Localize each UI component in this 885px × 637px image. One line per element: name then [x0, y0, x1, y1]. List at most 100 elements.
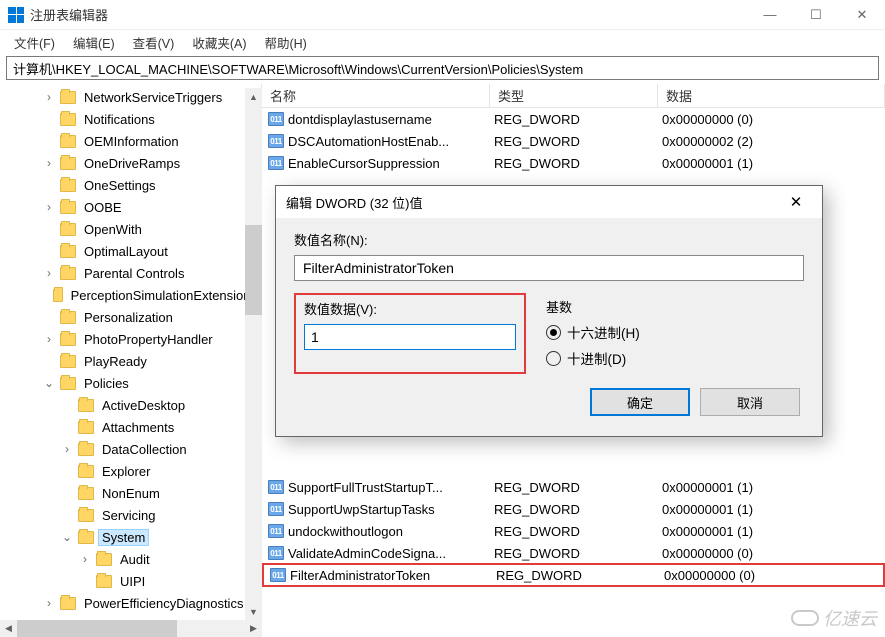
folder-icon [60, 179, 76, 192]
scroll-thumb[interactable] [245, 225, 262, 315]
value-name-field: FilterAdministratorToken [294, 255, 804, 281]
list-row[interactable]: dontdisplaylastusernameREG_DWORD0x000000… [262, 108, 885, 130]
tree-item-networkservicetriggers[interactable]: › NetworkServiceTriggers [0, 86, 261, 108]
cancel-button[interactable]: 取消 [700, 388, 800, 416]
tree-item-notifications[interactable]: Notifications [0, 108, 261, 130]
tree-item-photopropertyhandler[interactable]: ›PhotoPropertyHandler [0, 328, 261, 350]
scroll-down-icon[interactable]: ▼ [245, 603, 262, 620]
list-row[interactable]: SupportFullTrustStartupT...REG_DWORD0x00… [262, 476, 885, 498]
tree-vscroll[interactable]: ▲ ▼ [245, 88, 262, 620]
folder-icon [60, 91, 76, 104]
expand-icon[interactable]: › [42, 156, 56, 170]
tree-item-optimallayout[interactable]: OptimalLayout [0, 240, 261, 262]
window-title: 注册表编辑器 [30, 5, 747, 24]
app-icon [8, 7, 24, 23]
folder-icon [60, 377, 76, 390]
tree-item-onedriveramps[interactable]: ›OneDriveRamps [0, 152, 261, 174]
col-data[interactable]: 数据 [658, 84, 885, 107]
tree-item-oeminformation[interactable]: OEMInformation [0, 130, 261, 152]
expand-icon[interactable]: ⌄ [42, 376, 56, 390]
cell-data: 0x00000000 (0) [662, 112, 885, 127]
scroll-thumb-h[interactable] [17, 620, 177, 637]
tree-item-openwith[interactable]: OpenWith [0, 218, 261, 240]
tree-item-label: OptimalLayout [80, 244, 172, 259]
tree-item-audit[interactable]: › Audit [0, 548, 261, 570]
tree-item-servicing[interactable]: Servicing [0, 504, 261, 526]
expand-icon[interactable]: › [42, 332, 56, 346]
tree-item-label: NonEnum [98, 486, 164, 501]
menu-file[interactable]: 文件(F) [6, 31, 63, 54]
tree-hscroll[interactable]: ◀ ▶ [0, 620, 262, 637]
expand-icon[interactable]: ⌄ [60, 530, 74, 544]
col-type[interactable]: 类型 [490, 84, 658, 107]
tree-item-policies[interactable]: ⌄Policies [0, 372, 261, 394]
tree-item-parental-controls[interactable]: › Parental Controls [0, 262, 261, 284]
scroll-up-icon[interactable]: ▲ [245, 88, 262, 105]
list-row[interactable]: SupportUwpStartupTasksREG_DWORD0x0000000… [262, 498, 885, 520]
dword-icon [270, 568, 286, 582]
tree-item-label: NetworkServiceTriggers [80, 90, 226, 105]
menu-favorites[interactable]: 收藏夹(A) [184, 31, 254, 54]
tree-item-label: Audit [116, 552, 154, 567]
menubar: 文件(F) 编辑(E) 查看(V) 收藏夹(A) 帮助(H) [0, 30, 885, 54]
expand-icon[interactable]: › [42, 200, 56, 214]
list-row[interactable]: ValidateAdminCodeSigna...REG_DWORD0x0000… [262, 542, 885, 564]
list-row[interactable]: undockwithoutlogonREG_DWORD0x00000001 (1… [262, 520, 885, 542]
tree-item-attachments[interactable]: Attachments [0, 416, 261, 438]
address-bar[interactable]: 计算机\HKEY_LOCAL_MACHINE\SOFTWARE\Microsof… [6, 56, 879, 80]
tree-item-system[interactable]: ⌄ System [0, 526, 261, 548]
scroll-right-icon[interactable]: ▶ [245, 620, 262, 637]
tree-item-personalization[interactable]: Personalization [0, 306, 261, 328]
ok-button[interactable]: 确定 [590, 388, 690, 416]
tree-item-powerefficiencydiagnostics[interactable]: ›PowerEfficiencyDiagnostics [0, 592, 261, 614]
maximize-button[interactable]: ☐ [793, 0, 839, 30]
cell-data: 0x00000001 (1) [662, 156, 885, 171]
expand-icon[interactable]: › [60, 442, 74, 456]
tree-item-label: System [98, 529, 149, 546]
folder-icon [60, 113, 76, 126]
expand-icon[interactable]: › [42, 90, 56, 104]
close-button[interactable]: ✕ [839, 0, 885, 30]
radix-group: 基数 十六进制(H) 十进制(D) [546, 293, 804, 374]
folder-icon [60, 223, 76, 236]
radix-hex-option[interactable]: 十六进制(H) [546, 322, 804, 342]
cell-data: 0x00000001 (1) [662, 480, 885, 495]
dword-icon [268, 502, 284, 516]
cell-name: DSCAutomationHostEnab... [288, 134, 494, 149]
tree-item-perceptionsimulationextensions[interactable]: PerceptionSimulationExtensions [0, 284, 261, 306]
tree-item-label: Servicing [98, 508, 159, 523]
col-name[interactable]: 名称 [262, 84, 490, 107]
list-row[interactable]: DSCAutomationHostEnab...REG_DWORD0x00000… [262, 130, 885, 152]
tree-item-label: Parental Controls [80, 266, 188, 281]
tree-item-uipi[interactable]: UIPI [0, 570, 261, 592]
value-name-label: 数值名称(N): [294, 230, 804, 249]
expand-icon[interactable]: › [42, 596, 56, 610]
scroll-left-icon[interactable]: ◀ [0, 620, 17, 637]
tree-item-onesettings[interactable]: OneSettings [0, 174, 261, 196]
list-row[interactable]: FilterAdministratorTokenREG_DWORD0x00000… [262, 563, 885, 587]
menu-view[interactable]: 查看(V) [125, 31, 183, 54]
tree-item-oobe[interactable]: ›OOBE [0, 196, 261, 218]
tree-item-activedesktop[interactable]: ActiveDesktop [0, 394, 261, 416]
tree-item-playready[interactable]: PlayReady [0, 350, 261, 372]
folder-icon [60, 135, 76, 148]
folder-icon [60, 201, 76, 214]
radix-dec-label: 十进制(D) [567, 348, 626, 368]
menu-help[interactable]: 帮助(H) [256, 31, 314, 54]
tree-panel[interactable]: › NetworkServiceTriggers NotificationsOEMI… [0, 84, 262, 635]
dialog-title: 编辑 DWORD (32 位)值 [286, 193, 780, 212]
dialog-close-button[interactable]: ✕ [780, 193, 812, 211]
menu-edit[interactable]: 编辑(E) [65, 31, 123, 54]
tree-item-label: Attachments [98, 420, 178, 435]
list-row[interactable]: EnableCursorSuppressionREG_DWORD0x000000… [262, 152, 885, 174]
tree-item-datacollection[interactable]: ›DataCollection [0, 438, 261, 460]
value-data-input[interactable] [304, 324, 516, 350]
expand-icon[interactable]: › [42, 266, 56, 280]
folder-icon [96, 575, 112, 588]
expand-icon[interactable]: › [78, 552, 92, 566]
cell-name: SupportUwpStartupTasks [288, 502, 494, 517]
tree-item-nonenum[interactable]: NonEnum [0, 482, 261, 504]
radix-dec-option[interactable]: 十进制(D) [546, 348, 804, 368]
minimize-button[interactable]: — [747, 0, 793, 30]
tree-item-explorer[interactable]: Explorer [0, 460, 261, 482]
